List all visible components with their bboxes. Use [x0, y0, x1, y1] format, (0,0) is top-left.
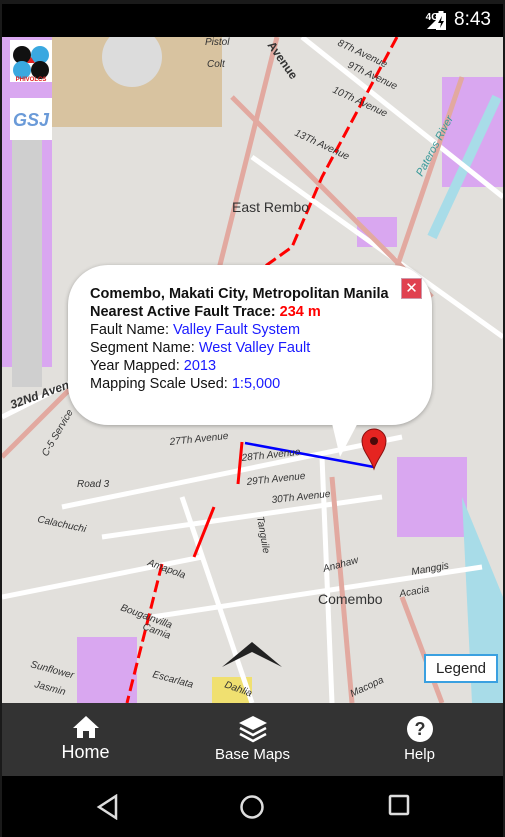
- status-bar: 4G 8:43: [2, 4, 503, 37]
- nav-home-label: Home: [61, 742, 110, 762]
- clock: 8:43: [454, 9, 491, 30]
- nav-help-label: Help: [404, 746, 435, 763]
- mapping-scale-label: Mapping Scale Used:: [90, 376, 232, 392]
- home-circle-icon[interactable]: [239, 794, 265, 820]
- nav-home[interactable]: Home: [2, 703, 169, 776]
- mapping-scale-value: 1:5,000: [231, 376, 281, 392]
- map-label: Comembo: [318, 591, 383, 607]
- map-label: East Rembo: [232, 199, 309, 215]
- year-mapped-value: 2013: [183, 358, 217, 374]
- nearest-label: Nearest Active Fault Trace:: [90, 304, 280, 320]
- map-label: Road 3: [77, 479, 110, 490]
- svg-text:GSJ: GSJ: [13, 110, 50, 130]
- gsj-logo: GSJ: [10, 98, 52, 140]
- nav-base-maps[interactable]: Base Maps: [169, 703, 336, 776]
- year-mapped-label: Year Mapped:: [90, 358, 184, 374]
- fault-name-value: Valley Fault System: [173, 322, 301, 338]
- legend-button[interactable]: Legend: [424, 654, 498, 683]
- popup-tail: [330, 415, 362, 457]
- recents-icon[interactable]: [388, 794, 412, 818]
- bottom-nav: Home Base Maps ? Help: [2, 703, 503, 776]
- nearest-distance: 234 m: [279, 304, 321, 320]
- fault-name-label: Fault Name:: [90, 322, 173, 338]
- close-icon[interactable]: ✕: [401, 278, 422, 299]
- fault-info-popup: Comembo, Makati City, Metropolitan Manil…: [68, 265, 432, 457]
- segment-name-value: West Valley Fault: [198, 340, 311, 356]
- popup-location: Comembo, Makati City, Metropolitan Manil…: [90, 286, 389, 302]
- nav-help[interactable]: ? Help: [336, 703, 503, 776]
- segment-name-label: Segment Name:: [90, 340, 199, 356]
- home-icon: [72, 716, 99, 738]
- map-label: Pistol: [205, 37, 230, 48]
- svg-text:?: ?: [414, 719, 425, 739]
- system-nav-bar: [2, 776, 503, 837]
- map-label: Colt: [207, 59, 226, 70]
- nav-base-maps-label: Base Maps: [214, 746, 291, 763]
- svg-text:PHIVOLCS: PHIVOLCS: [16, 77, 47, 82]
- battery-icon: [436, 11, 446, 30]
- phivolcs-logo: PHIVOLCS: [10, 40, 52, 82]
- back-icon[interactable]: [96, 794, 120, 820]
- help-icon: ?: [406, 716, 433, 742]
- layers-icon: [238, 716, 267, 743]
